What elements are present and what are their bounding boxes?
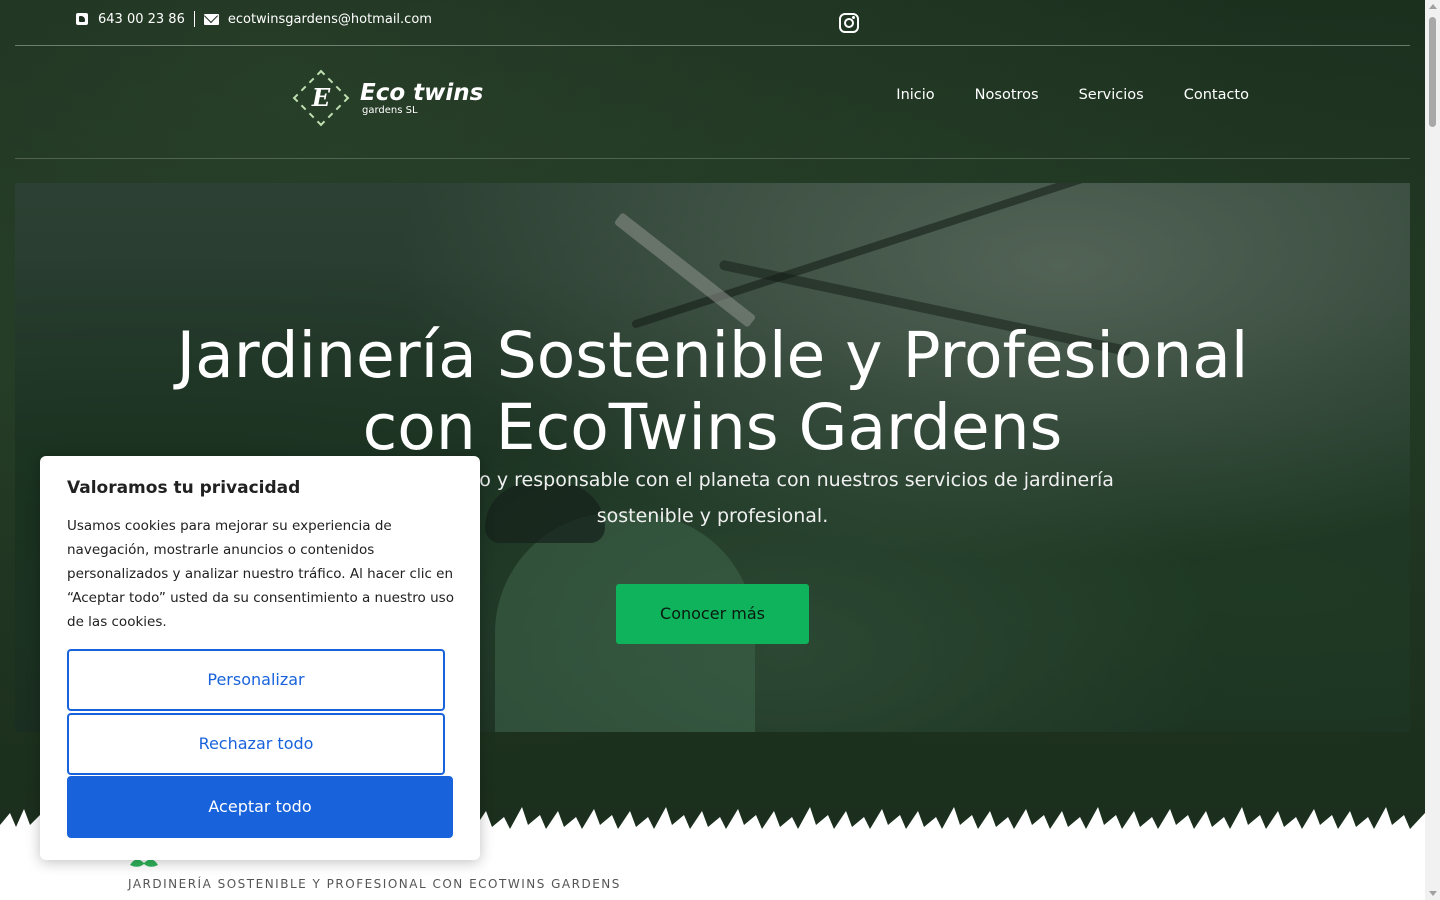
logo-name: Eco twins [360,79,484,106]
cookie-title: Valoramos tu privacidad [67,478,301,498]
logo-text: Eco twins gardens SL [360,81,483,116]
section-label: JARDINERÍA SOSTENIBLE Y PROFESIONAL CON … [128,877,621,891]
hero-subtitle-line2: sostenible y profesional. [596,505,829,527]
scroll-up-arrow-icon[interactable] [1429,4,1437,9]
scrollbar-thumb[interactable] [1429,17,1436,127]
contact-info: 643 00 23 86 ecotwinsgardens@hotmail.com [76,11,432,27]
accept-all-button[interactable]: Aceptar todo [67,776,453,838]
mail-icon [203,13,219,25]
cookie-banner: Valoramos tu privacidad Usamos cookies p… [40,456,480,860]
phone-number[interactable]: 643 00 23 86 [98,12,185,27]
site-header: E Eco twins gardens SL Inicio Nosotros S… [15,47,1410,159]
conocer-mas-button[interactable]: Conocer más [616,584,809,644]
divider [193,11,195,27]
instagram-icon[interactable] [839,13,859,33]
logo-letter: E [311,83,331,112]
nav-item-nosotros[interactable]: Nosotros [975,87,1039,103]
phone-icon [76,13,88,25]
main-nav: Inicio Nosotros Servicios Contacto [896,87,1249,103]
scroll-down-arrow-icon[interactable] [1429,891,1437,896]
nav-item-inicio[interactable]: Inicio [896,87,934,103]
nav-item-servicios[interactable]: Servicios [1079,87,1144,103]
top-bar: 643 00 23 86 ecotwinsgardens@hotmail.com [15,0,1410,46]
reject-all-button[interactable]: Rechazar todo [67,713,445,775]
scrollbar[interactable] [1425,0,1440,900]
hero-title: Jardinería Sostenible y Profesional con … [15,320,1410,464]
email-link[interactable]: ecotwinsgardens@hotmail.com [228,12,432,27]
logo-mark: E [292,69,350,127]
logo[interactable]: E Eco twins gardens SL [292,69,483,127]
logo-subtitle: gardens SL [362,104,418,116]
cookie-text: Usamos cookies para mejorar su experienc… [67,518,454,630]
hero-title-line1: Jardinería Sostenible y Profesional [176,319,1249,392]
customize-button[interactable]: Personalizar [67,649,445,711]
nav-item-contacto[interactable]: Contacto [1184,87,1249,103]
hero-title-line2: con EcoTwins Gardens [362,391,1063,464]
